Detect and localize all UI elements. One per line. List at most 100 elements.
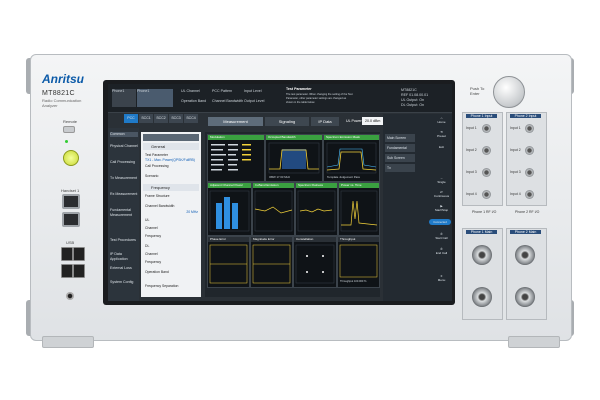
menu-test-procedures[interactable]: Test Procedures [110,238,138,243]
pcc-pattern-label: PCC Pattern [212,89,233,93]
section-frequency[interactable]: Frequency [143,184,199,191]
p2-input3-connector[interactable] [525,168,534,177]
pvt-graph [340,190,378,232]
phone1-rfio-title: Phone 1 RF I/O [472,210,497,214]
menu-fundamental-measurement[interactable]: Fundamental Measurement [110,208,138,217]
tab-scc4[interactable]: SCC4 [184,114,198,123]
p2-input2-label: Input 2 [510,148,521,152]
usb-port-4[interactable] [73,264,85,278]
channel-bandwidth-label: Channel Bandwidth [212,99,244,103]
phone2-main-title: Phone 2 Main [510,230,541,234]
param-ul-frequency: Frequency [145,234,162,238]
magnitude-error-header: Magnitude Error [251,237,292,242]
occupied-bandwidth-header: Occupied Bandwidth [266,135,322,140]
menu-physical-channel[interactable]: Physical Channel [110,144,138,149]
modulation-panel[interactable]: Modulation [207,134,265,182]
menu-common[interactable]: Common [110,132,138,137]
usb-port-1[interactable] [61,247,73,261]
tab-scc3[interactable]: SCC3 [169,114,183,123]
p2-input2-connector[interactable] [525,146,534,155]
p1-main-connector-1[interactable] [472,245,492,265]
param-test-parameter: Test Parameter [145,153,168,157]
p1-input3-label: Input 3 [466,170,477,174]
param-dl-channel: Channel [145,252,158,256]
tab-measurement[interactable]: Measurement [208,117,263,126]
magnitude-error-graph [252,244,291,284]
side-sub-screen[interactable]: Sub Screen [385,154,415,162]
spectrum-flatness-panel[interactable]: Spectrum Flatness [295,182,338,236]
single-button[interactable]: → Single [433,176,450,188]
rotary-encoder-knob[interactable] [493,76,525,108]
start-call-button[interactable]: ✆ Start Call [433,232,450,244]
p1-input3-connector[interactable] [482,168,491,177]
touch-screen[interactable]: Phone1 Phone1 UL Channel PCC Pattern Inp… [108,84,452,301]
p2-main-connector-1[interactable] [515,245,535,265]
constellation-panel[interactable]: Constellation [293,236,337,288]
right-info-4: DL Output: On [401,103,425,107]
menu-external-loss[interactable]: External Loss [110,266,138,271]
acp-header: Adjacent Channel Power [208,183,251,188]
exit-button[interactable]: Exit [433,145,450,157]
param-scenario: Scenario [145,174,159,178]
power-button[interactable] [63,150,79,166]
menu-call-processing[interactable]: Call Processing [110,160,138,165]
usb-port-2[interactable] [73,247,85,261]
occupied-bandwidth-panel[interactable]: Occupied Bandwidth OBW 17.63 MHz [265,134,323,182]
menu-rx-measurement[interactable]: Rx Measurement [110,192,138,197]
p1-input1-connector[interactable] [482,124,491,133]
p1-input4-connector[interactable] [482,190,491,199]
spectrum-emission-mask-panel[interactable]: Spectrum Emission Mask Template Judgemen… [323,134,380,182]
end-call-button[interactable]: ✆ End Call [433,247,450,259]
magnitude-error-panel[interactable]: Magnitude Error [250,236,293,288]
param-channel-bandwidth-value[interactable]: 20 MHz [186,210,198,214]
start-stop-button[interactable]: ▶ Start/Stop [433,204,450,216]
phone2-selector[interactable]: Phone1 [137,89,173,107]
p2-main-connector-2[interactable] [515,287,535,307]
p2-input4-connector[interactable] [525,190,534,199]
menu-ip-data-application[interactable]: IP Data Application [110,252,138,261]
menu-button[interactable]: ≡ Menu [433,274,450,286]
preset-button[interactable]: ⟲ Preset [433,130,450,142]
tab-scc2[interactable]: SCC2 [154,114,168,123]
home-button[interactable]: ⌂ Home [433,116,450,128]
param-dl: DL [145,244,150,248]
headphone-jack[interactable] [66,292,74,300]
tab-scc1[interactable]: SCC1 [139,114,153,123]
p1-main-connector-2[interactable] [472,287,492,307]
continuous-button[interactable]: ⇄ Continuous [433,190,450,202]
menu-system-config[interactable]: System Config [110,280,138,285]
p1-input4-label: Input 4 [466,192,477,196]
sem-header: Spectrum Emission Mask [324,135,379,140]
ethernet-port-2[interactable] [62,212,80,227]
p1-input2-connector[interactable] [482,146,491,155]
section-general[interactable]: General [143,143,199,150]
throughput-panel[interactable]: Throughput Throughput 100.000 % [337,236,380,288]
side-main-screen[interactable]: Main Screen [385,134,415,142]
ethernet-port-1[interactable] [62,194,80,209]
side-fundamental[interactable]: Fundamental [385,144,415,152]
tab-ip-data[interactable]: IP Data [311,117,339,126]
param-ul-channel: Channel [145,226,158,230]
adjacent-channel-power-panel[interactable]: Adjacent Channel Power [207,182,252,236]
tab-signaling[interactable]: Signaling [265,117,309,126]
remote-local-key[interactable] [63,126,75,133]
param-test-parameter-value[interactable]: TX1 - Max. Power(QPSK/FullRB) [145,158,195,162]
power-vs-time-panel[interactable]: Power vs. Time [338,182,380,236]
p2-input1-connector[interactable] [525,124,534,133]
input-level-label: Input Level [244,89,262,93]
phone2-rfio-title: Phone 2 RF I/O [515,210,540,214]
push-enter-label: Push To Enter [470,86,485,96]
tab-pcc[interactable]: PCC [124,114,138,123]
side-tx[interactable]: Tx [385,164,415,172]
phone2-input-title: Phone 2 Input [510,114,541,118]
output-level-label: Output Level [244,99,265,103]
phase-error-panel[interactable]: Phase Error [207,236,250,288]
p2-input3-label: Input 3 [510,170,521,174]
phone1-selector[interactable]: Phone1 [112,89,136,107]
test-param-text: The test parameter. When changing the se… [286,93,353,104]
modulation-readout [211,144,251,171]
usb-port-3[interactable] [61,264,73,278]
in-band-emission-panel[interactable]: In-Band Emission [252,182,295,236]
menu-tx-measurement[interactable]: Tx Measurement [110,176,138,181]
phone1-input-title: Phone 1 Input [466,114,497,118]
